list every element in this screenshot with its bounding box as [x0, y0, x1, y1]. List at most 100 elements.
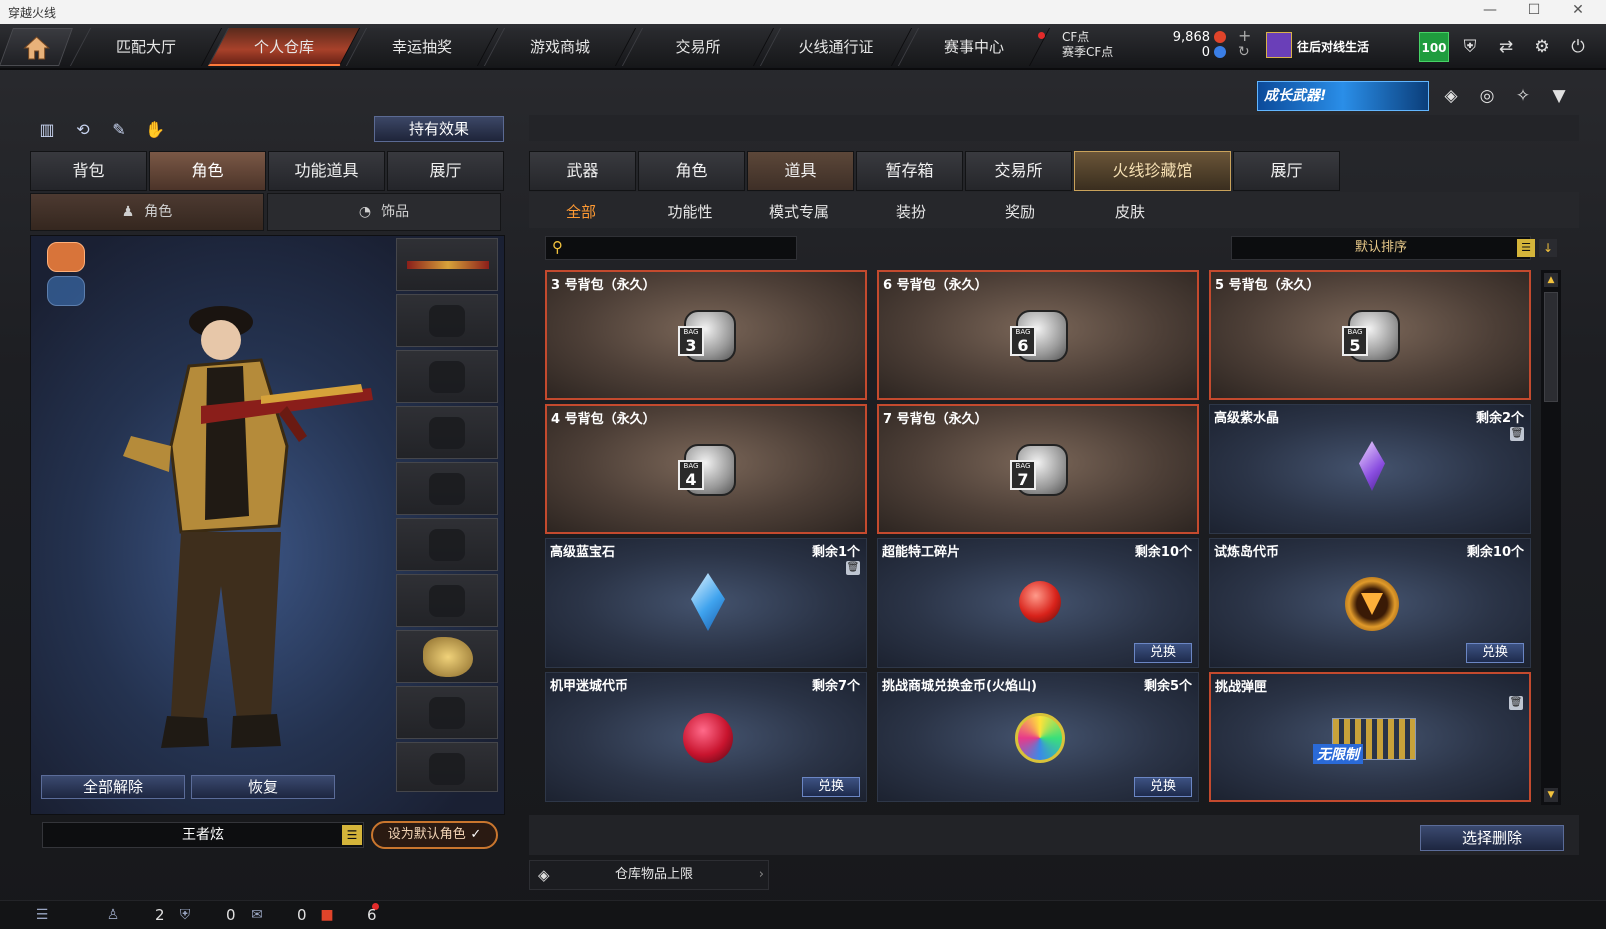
right-tab-storage[interactable]: 暂存箱 [856, 151, 963, 191]
item-card[interactable]: 7 号背包（永久） BAG 7 [877, 404, 1199, 534]
set-default-character-button[interactable]: 设为默认角色 ✓ [371, 821, 498, 849]
shield-icon[interactable]: ⛨ [1455, 32, 1485, 62]
filter-all[interactable]: 全部 [527, 200, 635, 224]
nav-tab-exchange[interactable]: 交易所 [621, 28, 775, 66]
item-card[interactable]: 超能特工碎片 剩余10个 兑换 [877, 538, 1199, 668]
exchange-button[interactable]: 兑换 [1134, 777, 1192, 797]
item-card[interactable]: 5 号背包（永久） BAG 5 [1209, 270, 1531, 400]
gift-icon[interactable]: ■ [318, 906, 336, 924]
slot-pet[interactable] [396, 630, 498, 683]
sort-dropdown[interactable]: 默认排序 [1231, 236, 1531, 260]
filter-cosmetic[interactable]: 装扮 [857, 200, 965, 224]
left-tab-backpack[interactable]: 背包 [30, 151, 147, 191]
subtab-accessory[interactable]: ◔ 饰品 [267, 193, 501, 231]
team-blue-icon[interactable] [47, 276, 85, 306]
menu-list-icon[interactable]: ☰ [33, 906, 51, 924]
grid-scrollbar[interactable]: ▲ ▼ [1541, 270, 1561, 805]
nav-tab-warehouse[interactable]: 个人仓库 [207, 28, 361, 66]
search-input[interactable]: ⚲ [545, 236, 797, 260]
ranking-icon[interactable]: ▥ [35, 118, 59, 142]
filter-skin[interactable]: 皮肤 [1076, 200, 1184, 224]
item-card[interactable]: 高级紫水晶 剩余2个 🗑 [1209, 404, 1531, 534]
slot-vest[interactable] [396, 406, 498, 459]
add-cf-button[interactable]: + [1238, 26, 1251, 45]
right-tab-collection[interactable]: 火线珍藏馆 [1074, 151, 1231, 191]
sort-direction-icon[interactable]: ↓ [1539, 239, 1557, 257]
left-tab-functional[interactable]: 功能道具 [268, 151, 385, 191]
power-icon[interactable]: ⏻ [1563, 32, 1593, 62]
item-name: 试炼岛代币 [1214, 545, 1280, 560]
item-card[interactable]: 3 号背包（永久） BAG 3 [545, 270, 867, 400]
character-name-field[interactable]: 王者炫 [42, 822, 364, 848]
subtab-character[interactable]: ♟ 角色 [30, 193, 264, 231]
clan-shield-icon[interactable]: ⛨ [176, 906, 194, 924]
slot-face[interactable] [396, 350, 498, 403]
item-card[interactable]: 4 号背包（永久） BAG 4 [545, 404, 867, 534]
right-tab-characters[interactable]: 角色 [638, 151, 745, 191]
slot-head[interactable] [396, 294, 498, 347]
gear-icon[interactable]: ⚙ [1527, 32, 1557, 62]
rotate-icon[interactable]: ⟲ [71, 118, 95, 142]
slot-weapon[interactable] [396, 238, 498, 291]
nav-tab-match-hall[interactable]: 匹配大厅 [69, 28, 223, 66]
chat-count: 0 [297, 906, 307, 924]
team-flame-icon[interactable] [47, 242, 85, 272]
exchange-button[interactable]: 兑换 [802, 777, 860, 797]
pose-icon[interactable]: ✎ [107, 118, 131, 142]
scroll-thumb[interactable] [1544, 292, 1558, 402]
switch-icon[interactable]: ⇄ [1491, 32, 1521, 62]
crest-icon[interactable]: ▼ [1544, 81, 1574, 111]
right-tab-items[interactable]: 道具 [747, 151, 854, 191]
trash-icon[interactable]: 🗑 [846, 561, 860, 575]
left-tab-showroom[interactable]: 展厅 [387, 151, 504, 191]
unequip-all-button[interactable]: 全部解除 [41, 775, 185, 799]
item-name: 5 号背包（永久） [1215, 278, 1320, 293]
badge-v-icon[interactable]: ◈ [1436, 81, 1466, 111]
nav-tab-lottery[interactable]: 幸运抽奖 [345, 28, 499, 66]
filter-reward[interactable]: 奖励 [966, 200, 1074, 224]
left-tab-character[interactable]: 角色 [149, 151, 266, 191]
character-list-icon[interactable]: ☰ [342, 825, 362, 845]
nav-tab-events[interactable]: 赛事中心 [897, 28, 1051, 66]
minimize-button[interactable]: — [1470, 2, 1510, 22]
home-button[interactable] [0, 28, 73, 66]
hold-effect-button[interactable]: 持有效果 [374, 116, 504, 142]
item-card[interactable]: 试炼岛代币 剩余10个 兑换 [1209, 538, 1531, 668]
delete-selected-button[interactable]: 选择删除 [1420, 825, 1564, 851]
scroll-up-icon[interactable]: ▲ [1544, 273, 1558, 287]
filter-functional[interactable]: 功能性 [636, 200, 744, 224]
nav-tab-shop[interactable]: 游戏商城 [483, 28, 637, 66]
chat-icon[interactable]: ✉ [248, 906, 266, 924]
slot-backpack[interactable] [396, 462, 498, 515]
gesture-icon[interactable]: ✋ [143, 118, 167, 142]
scroll-down-icon[interactable]: ▼ [1544, 788, 1558, 802]
slot-gloves[interactable] [396, 686, 498, 739]
maximize-button[interactable]: ☐ [1514, 2, 1554, 22]
trash-icon[interactable]: 🗑 [1510, 427, 1524, 441]
capacity-bar[interactable]: ◈ 仓库物品上限 › [529, 860, 769, 890]
item-card[interactable]: 挑战弹匣 无限制 🗑 [1209, 672, 1531, 802]
slot-pants[interactable] [396, 574, 498, 627]
refresh-icon[interactable]: ↻ [1238, 44, 1250, 60]
wing-icon[interactable]: ✧ [1508, 81, 1538, 111]
globe-icon[interactable]: ◎ [1472, 81, 1502, 111]
slot-spray[interactable] [396, 742, 498, 792]
item-card[interactable]: 机甲迷城代币 剩余7个 兑换 [545, 672, 867, 802]
right-tab-weapons[interactable]: 武器 [529, 151, 636, 191]
exchange-button[interactable]: 兑换 [1134, 643, 1192, 663]
item-card[interactable]: 6 号背包（永久） BAG 6 [877, 270, 1199, 400]
nav-tab-battle-pass[interactable]: 火线通行证 [759, 28, 913, 66]
slot-body[interactable] [396, 518, 498, 571]
trash-icon[interactable]: 🗑 [1509, 696, 1523, 710]
list-view-icon[interactable]: ☰ [1517, 239, 1535, 257]
right-tab-showroom[interactable]: 展厅 [1233, 151, 1340, 191]
item-card[interactable]: 高级蓝宝石 剩余1个 🗑 [545, 538, 867, 668]
friends-icon[interactable]: ♙ [104, 906, 122, 924]
restore-button[interactable]: 恢复 [191, 775, 335, 799]
item-card[interactable]: 挑战商城兑换金币(火焰山) 剩余5个 兑换 [877, 672, 1199, 802]
right-tab-exchange[interactable]: 交易所 [965, 151, 1072, 191]
filter-mode[interactable]: 模式专属 [745, 200, 853, 224]
exchange-button[interactable]: 兑换 [1466, 643, 1524, 663]
growth-weapon-promo[interactable]: 成长武器! [1257, 81, 1429, 111]
close-button[interactable]: ✕ [1558, 2, 1598, 22]
